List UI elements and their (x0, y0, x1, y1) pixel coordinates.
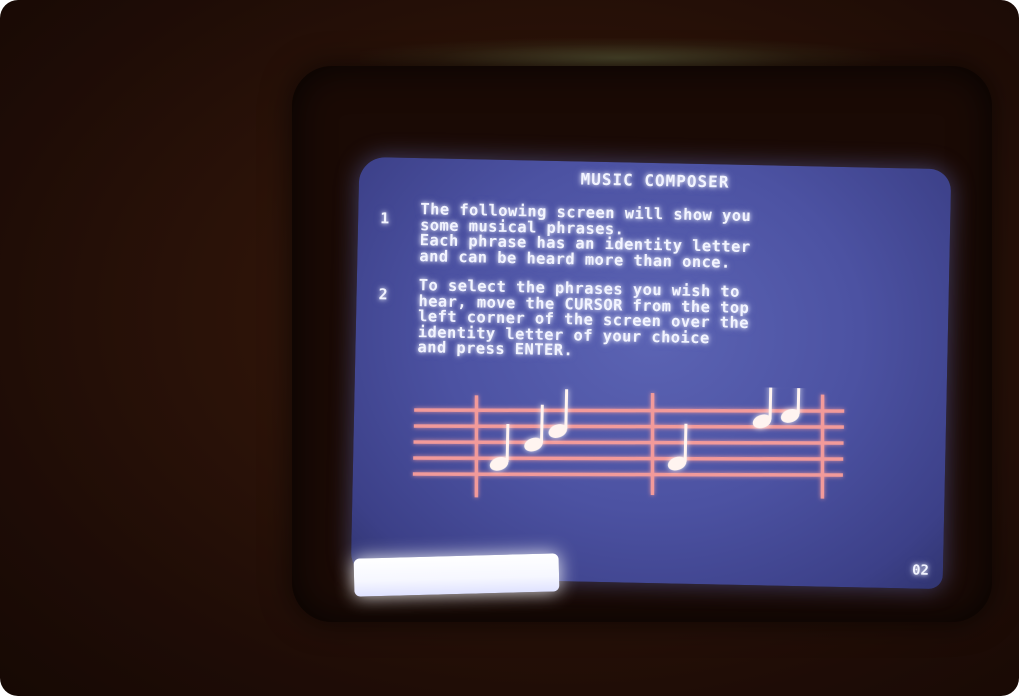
music-note-icon (489, 423, 510, 471)
instruction-number-2: 2 (378, 285, 388, 304)
music-note-icon (752, 379, 801, 429)
page-number: 02 (911, 562, 930, 579)
music-staff-icon (412, 379, 845, 499)
instruction-number-1: 1 (379, 209, 390, 228)
instruction-text-1: The following screen will show you some … (419, 200, 910, 274)
instruction-text-2: To select the phrases you wish to hear, … (417, 276, 909, 366)
photo-background: MUSIC COMPOSER 1 The following screen wi… (0, 0, 1019, 696)
music-note-icon (667, 423, 688, 471)
crt-screen: MUSIC COMPOSER 1 The following screen wi… (350, 156, 952, 590)
screen-glare (353, 553, 560, 597)
music-note-icon (548, 389, 569, 438)
page-title: MUSIC COMPOSER (580, 169, 730, 192)
